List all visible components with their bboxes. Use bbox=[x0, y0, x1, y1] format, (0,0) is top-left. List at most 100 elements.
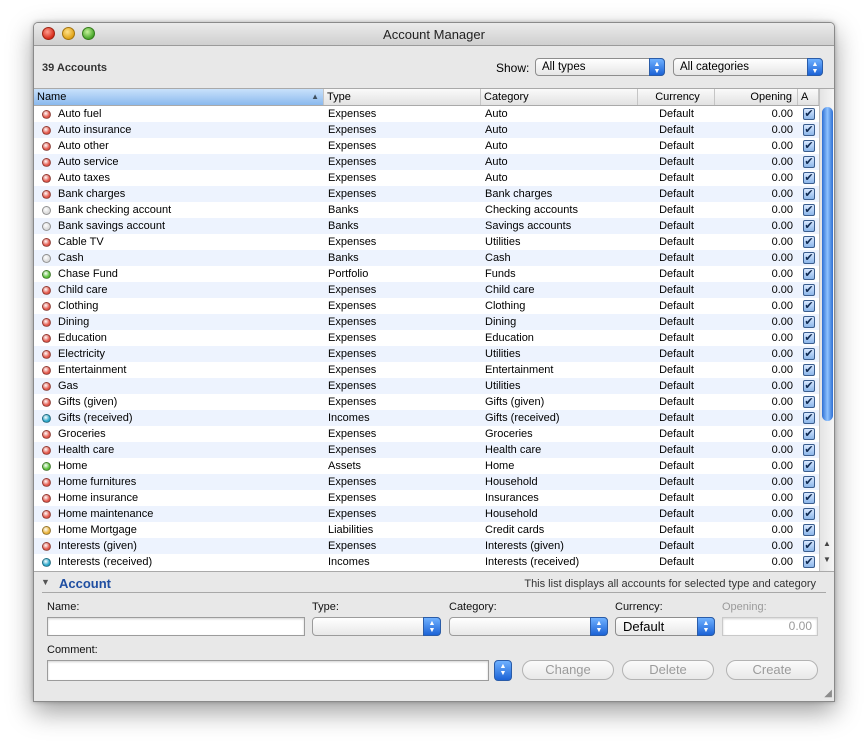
table-row[interactable]: Interests (received) Incomes Interests (re… bbox=[34, 554, 819, 570]
table-row[interactable]: Education Expenses Education Default 0.00 ✔ bbox=[34, 330, 819, 346]
table-row[interactable]: Bank charges Expenses Bank charges Default 0… bbox=[34, 186, 819, 202]
disclosure-triangle-icon[interactable]: ▼ bbox=[41, 577, 50, 587]
table-row[interactable]: Gifts (given) Expenses Gifts (given) Defaul… bbox=[34, 394, 819, 410]
active-checkbox[interactable]: ✔ bbox=[803, 396, 815, 408]
cell-currency: Default bbox=[659, 348, 694, 360]
scrollbar-thumb[interactable] bbox=[822, 107, 833, 421]
table-row[interactable]: Interests (given) Expenses Interests (give… bbox=[34, 538, 819, 554]
cell-opening: 0.00 bbox=[771, 204, 793, 216]
account-type-color-icon bbox=[42, 254, 51, 263]
active-checkbox[interactable]: ✔ bbox=[803, 348, 815, 360]
active-checkbox[interactable]: ✔ bbox=[803, 332, 815, 344]
table-row[interactable]: Gas Expenses Utilities Default 0.00 ✔ bbox=[34, 378, 819, 394]
create-button[interactable]: Create bbox=[726, 660, 818, 680]
active-checkbox[interactable]: ✔ bbox=[803, 444, 815, 456]
cell-name: Electricity bbox=[58, 348, 106, 360]
category-popup[interactable]: ▲ ▼ bbox=[449, 617, 608, 636]
table-row[interactable]: Cash Banks Cash Default 0.00 ✔ bbox=[34, 250, 819, 266]
currency-popup[interactable]: Default ▲ ▼ bbox=[615, 617, 715, 636]
active-checkbox[interactable]: ✔ bbox=[803, 508, 815, 520]
column-header-currency[interactable]: Currency bbox=[638, 89, 715, 105]
active-checkbox[interactable]: ✔ bbox=[803, 156, 815, 168]
active-checkbox[interactable]: ✔ bbox=[803, 124, 815, 136]
column-header-type[interactable]: Type bbox=[324, 89, 481, 105]
table-row[interactable]: Auto other Expenses Auto Default 0.00 ✔ bbox=[34, 138, 819, 154]
active-checkbox[interactable]: ✔ bbox=[803, 460, 815, 472]
scroll-down-arrow-icon[interactable]: ▼ bbox=[823, 555, 831, 564]
active-checkbox[interactable]: ✔ bbox=[803, 268, 815, 280]
active-checkbox[interactable]: ✔ bbox=[803, 540, 815, 552]
name-label: Name: bbox=[47, 601, 80, 613]
active-checkbox[interactable]: ✔ bbox=[803, 492, 815, 504]
column-header-opening[interactable]: Opening bbox=[715, 89, 798, 105]
scroll-up-arrow-icon[interactable]: ▲ bbox=[823, 539, 831, 548]
active-checkbox[interactable]: ✔ bbox=[803, 524, 815, 536]
table-row[interactable]: Gifts (received) Incomes Gifts (received) D… bbox=[34, 410, 819, 426]
active-checkbox[interactable]: ✔ bbox=[803, 220, 815, 232]
title-bar[interactable]: Account Manager bbox=[34, 23, 834, 46]
active-checkbox[interactable]: ✔ bbox=[803, 556, 815, 568]
account-type-color-icon bbox=[42, 270, 51, 279]
table-row[interactable]: Dining Expenses Dining Default 0.00 ✔ bbox=[34, 314, 819, 330]
active-checkbox[interactable]: ✔ bbox=[803, 476, 815, 488]
cell-currency: Default bbox=[659, 188, 694, 200]
table-row[interactable]: Child care Expenses Child care Default 0.00 ✔ bbox=[34, 282, 819, 298]
table-row[interactable]: Electricity Expenses Utilities Default 0.00 ✔ bbox=[34, 346, 819, 362]
table-row[interactable]: Home Assets Home Default 0.00 ✔ bbox=[34, 458, 819, 474]
table-row[interactable]: Auto taxes Expenses Auto Default 0.00 ✔ bbox=[34, 170, 819, 186]
comment-presets-button[interactable]: ▲ ▼ bbox=[494, 660, 512, 681]
table-row[interactable]: Groceries Expenses Groceries Default 0.00 ✔ bbox=[34, 426, 819, 442]
cell-currency: Default bbox=[659, 412, 694, 424]
column-header-category[interactable]: Category bbox=[481, 89, 638, 105]
column-header-active[interactable]: A bbox=[798, 89, 819, 105]
cell-category: Entertainment bbox=[485, 364, 554, 376]
popup-arrows-icon: ▲ ▼ bbox=[807, 58, 823, 76]
account-type-color-icon bbox=[42, 142, 51, 151]
active-checkbox[interactable]: ✔ bbox=[803, 284, 815, 296]
active-checkbox[interactable]: ✔ bbox=[803, 380, 815, 392]
column-header-name[interactable]: Name ▲ bbox=[34, 89, 324, 105]
table-row[interactable]: Home furnitures Expenses Household Default 0… bbox=[34, 474, 819, 490]
active-checkbox[interactable]: ✔ bbox=[803, 252, 815, 264]
comment-field[interactable] bbox=[47, 660, 489, 681]
active-checkbox[interactable]: ✔ bbox=[803, 204, 815, 216]
table-row[interactable]: Auto insurance Expenses Auto Default 0.00 ✔ bbox=[34, 122, 819, 138]
active-checkbox[interactable]: ✔ bbox=[803, 172, 815, 184]
table-row[interactable]: Auto fuel Expenses Auto Default 0.00 ✔ bbox=[34, 106, 819, 122]
table-row[interactable]: Auto service Expenses Auto Default 0.00 ✔ bbox=[34, 154, 819, 170]
active-checkbox[interactable]: ✔ bbox=[803, 316, 815, 328]
table-row[interactable]: Clothing Expenses Clothing Default 0.00 ✔ bbox=[34, 298, 819, 314]
table-row[interactable]: Home insurance Expenses Insurances Default 0… bbox=[34, 490, 819, 506]
cell-name: Auto other bbox=[58, 140, 109, 152]
active-checkbox[interactable]: ✔ bbox=[803, 364, 815, 376]
active-checkbox[interactable]: ✔ bbox=[803, 412, 815, 424]
table-row[interactable]: Home maintenance Expenses Household Default… bbox=[34, 506, 819, 522]
change-button[interactable]: Change bbox=[522, 660, 614, 680]
active-checkbox[interactable]: ✔ bbox=[803, 236, 815, 248]
table-row[interactable]: Bank checking account Banks Checking accou… bbox=[34, 202, 819, 218]
name-field[interactable] bbox=[47, 617, 305, 636]
active-checkbox[interactable]: ✔ bbox=[803, 108, 815, 120]
table-row[interactable]: Cable TV Expenses Utilities Default 0.00 ✔ bbox=[34, 234, 819, 250]
active-checkbox[interactable]: ✔ bbox=[803, 300, 815, 312]
table-row[interactable]: Bank savings account Banks Savings account… bbox=[34, 218, 819, 234]
cell-category: Auto bbox=[485, 124, 508, 136]
cell-category: Auto bbox=[485, 156, 508, 168]
vertical-scrollbar[interactable]: ▲ ▼ bbox=[819, 89, 834, 571]
active-checkbox[interactable]: ✔ bbox=[803, 188, 815, 200]
cell-category: Funds bbox=[485, 268, 516, 280]
type-popup[interactable]: ▲ ▼ bbox=[312, 617, 441, 636]
table-row[interactable]: Chase Fund Portfolio Funds Default 0.00 ✔ bbox=[34, 266, 819, 282]
delete-button[interactable]: Delete bbox=[622, 660, 714, 680]
category-filter-popup[interactable]: All categories ▲ ▼ bbox=[673, 58, 823, 76]
table-row[interactable]: Health care Expenses Health care Default 0.0… bbox=[34, 442, 819, 458]
active-checkbox[interactable]: ✔ bbox=[803, 140, 815, 152]
account-type-color-icon bbox=[42, 222, 51, 231]
type-filter-popup[interactable]: All types ▲ ▼ bbox=[535, 58, 665, 76]
table-row[interactable]: Entertainment Expenses Entertainment Defaul… bbox=[34, 362, 819, 378]
cell-category: Home bbox=[485, 460, 515, 472]
resize-grip-icon[interactable]: ◢ bbox=[824, 689, 832, 699]
active-checkbox[interactable]: ✔ bbox=[803, 428, 815, 440]
table-row[interactable]: Home Mortgage Liabilities Credit cards Defa… bbox=[34, 522, 819, 538]
cell-category: Gifts (given) bbox=[485, 396, 545, 408]
